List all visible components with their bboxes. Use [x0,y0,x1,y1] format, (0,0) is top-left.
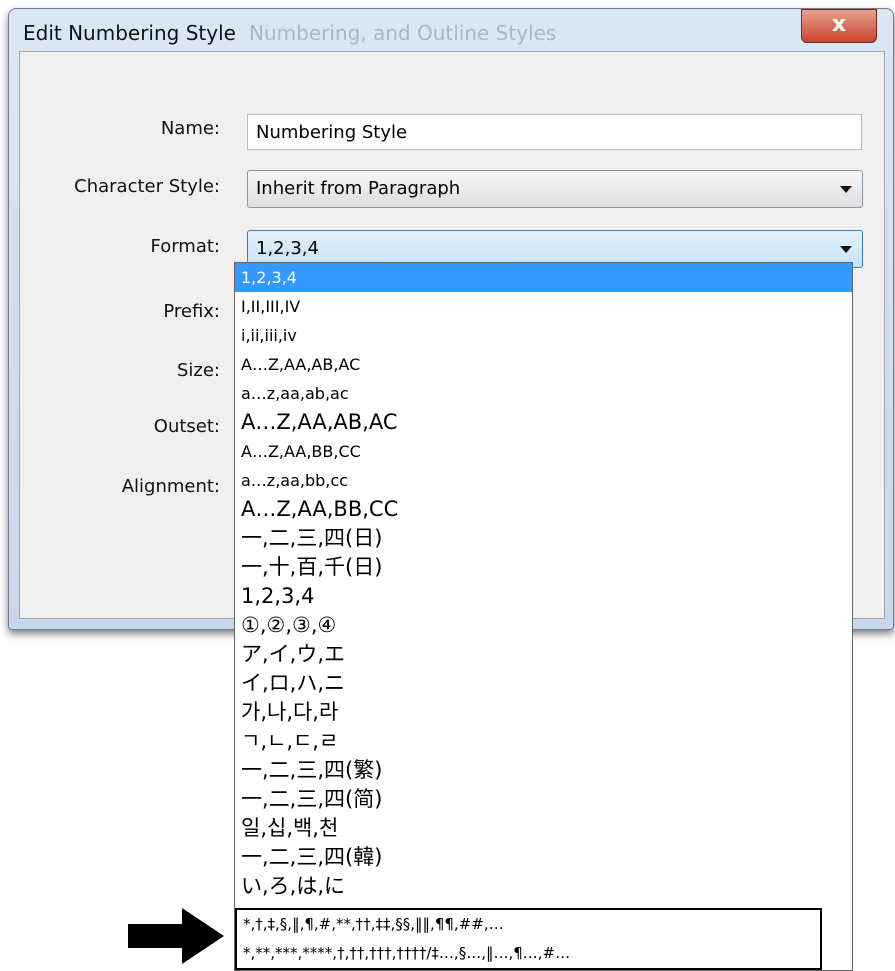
background-window-title: Numbering, and Outline Styles [249,21,557,45]
format-option[interactable]: 가,나,다,라 [235,698,852,727]
format-dropdown-list[interactable]: 1,2,3,4 I,II,III,IV i,ii,iii,iv A…Z,AA,A… [234,262,853,971]
close-button[interactable]: x [801,9,877,43]
format-option[interactable]: 一,二,三,四(繁) [235,756,852,785]
highlighted-options-box: *,†,‡,§,‖,¶,#,**,††,‡‡,§§,‖‖,¶¶,##,… *,*… [235,908,822,970]
format-option[interactable]: *,†,‡,§,‖,¶,#,**,††,‡‡,§§,‖‖,¶¶,##,… [237,910,820,939]
format-option[interactable]: 일,십,백,천 [235,814,852,843]
character-style-label: Character Style: [74,176,220,197]
format-value: 1,2,3,4 [256,238,319,259]
dialog-title: Edit Numbering Style [23,21,236,45]
prefix-label: Prefix: [163,301,220,322]
chevron-down-icon [840,186,852,193]
format-option[interactable]: 一,二,三,四(韓) [235,843,852,872]
name-field[interactable]: Numbering Style [247,114,862,150]
format-option[interactable]: A…Z,AA,BB,CC [235,495,852,524]
alignment-label: Alignment: [121,476,220,497]
format-option[interactable]: A…Z,AA,BB,CC [235,437,852,466]
format-option[interactable]: a…z,aa,bb,cc [235,466,852,495]
format-option[interactable]: *,**,***,****,†,††,†††,††††/‡…,§…,‖…,¶…,… [237,939,820,968]
close-icon: x [831,12,847,37]
format-option[interactable]: ア,イ,ウ,エ [235,640,852,669]
format-option[interactable]: A…Z,AA,AB,AC [235,408,852,437]
format-label: Format: [150,236,221,257]
format-option[interactable]: い,ろ,は,に [235,872,852,901]
format-option[interactable]: 1,2,3,4 [235,582,852,611]
size-label: Size: [176,360,220,381]
arrow-right-icon [128,908,224,964]
character-style-select[interactable]: Inherit from Paragraph [247,170,863,208]
format-option[interactable]: イ,ロ,ハ,ニ [235,669,852,698]
format-option[interactable]: 一,二,三,四(简) [235,785,852,814]
format-option[interactable]: ㄱ,ㄴ,ㄷ,ㄹ [235,727,852,756]
title-bar: Edit Numbering Style Numbering, and Outl… [9,9,893,51]
outset-label: Outset: [153,416,220,437]
format-option[interactable]: i,ii,iii,iv [235,321,852,350]
name-label: Name: [160,118,220,139]
format-option[interactable]: I,II,III,IV [235,292,852,321]
chevron-down-icon [840,246,852,253]
format-option[interactable]: ①,②,③,④ [235,611,852,640]
character-style-value: Inherit from Paragraph [256,178,461,199]
format-option[interactable]: a…z,aa,ab,ac [235,379,852,408]
format-option[interactable]: A…Z,AA,AB,AC [235,350,852,379]
format-option[interactable]: 一,二,三,四(日) [235,524,852,553]
format-option[interactable]: 一,十,百,千(日) [235,553,852,582]
format-option[interactable]: 1,2,3,4 [235,263,852,292]
